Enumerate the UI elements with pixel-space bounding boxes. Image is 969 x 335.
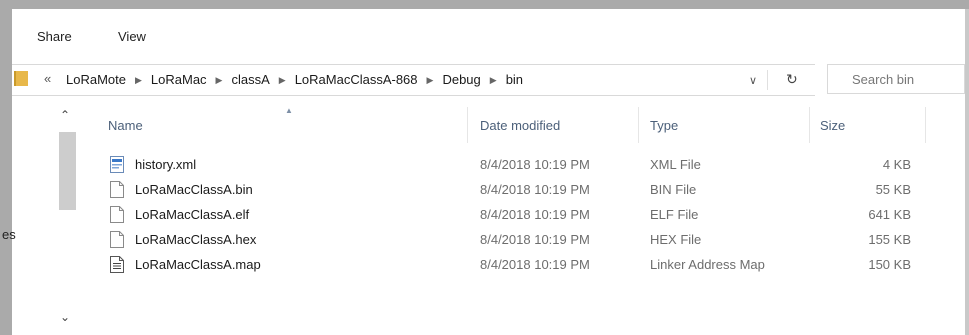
breadcrumb-item-loramote[interactable]: LoRaMote: [66, 72, 126, 87]
file-type: HEX File: [650, 232, 702, 247]
ribbon-tabs: Share View: [12, 9, 965, 55]
column-header-type[interactable]: Type: [650, 118, 678, 133]
tab-view[interactable]: View: [118, 29, 146, 44]
window-top-border: [0, 0, 969, 9]
search-input[interactable]: [850, 71, 964, 88]
column-divider[interactable]: [638, 107, 639, 143]
explorer-window: Share View « LoRaMote ▶ LoRaMac ▶ classA ▶ LoR…: [2, 9, 965, 335]
file-name: history.xml: [135, 157, 197, 172]
folder-icon: [14, 71, 28, 86]
scroll-thumb[interactable]: [59, 132, 76, 210]
scroll-down-icon[interactable]: ⌄: [60, 310, 70, 324]
breadcrumb-separator-icon[interactable]: ▶: [490, 75, 497, 85]
sort-ascending-icon: ▲: [285, 106, 293, 115]
breadcrumb-separator-icon[interactable]: ▶: [216, 75, 223, 85]
breadcrumb-item-loramac[interactable]: LoRaMac: [151, 72, 207, 87]
breadcrumb-item-bin[interactable]: bin: [506, 72, 523, 87]
column-divider[interactable]: [467, 107, 468, 143]
file-name: LoRaMacClassA.map: [135, 257, 261, 272]
file-name: LoRaMacClassA.hex: [135, 232, 257, 247]
file-type: Linker Address Map: [650, 257, 765, 272]
column-divider[interactable]: [809, 107, 810, 143]
text-file-icon: [110, 256, 124, 273]
file-size: 55 KB: [875, 182, 911, 197]
nav-pane-partial-label: es: [2, 227, 16, 242]
file-date-modified: 8/4/2018 10:19 PM: [480, 232, 590, 247]
window-right-edge: [965, 9, 969, 335]
blank-file-icon: [110, 231, 124, 248]
search-box[interactable]: [827, 64, 965, 94]
column-header-name[interactable]: Name: [108, 118, 143, 133]
file-row-history-xml[interactable]: history.xml 8/4/2018 10:19 PM XML File 4…: [106, 154, 926, 176]
column-divider[interactable]: [925, 107, 926, 143]
file-row-loramacclassa-hex[interactable]: LoRaMacClassA.hex 8/4/2018 10:19 PM HEX …: [106, 229, 926, 251]
file-type: XML File: [650, 157, 701, 172]
breadcrumb-item-classa[interactable]: classA: [231, 72, 269, 87]
file-row-loramacclassa-elf[interactable]: LoRaMacClassA.elf 8/4/2018 10:19 PM ELF …: [106, 204, 926, 226]
file-size: 150 KB: [868, 257, 911, 272]
file-date-modified: 8/4/2018 10:19 PM: [480, 182, 590, 197]
file-date-modified: 8/4/2018 10:19 PM: [480, 207, 590, 222]
file-size: 155 KB: [868, 232, 911, 247]
column-header-size[interactable]: Size: [820, 118, 845, 133]
vertical-scrollbar[interactable]: ⌃ ⌄: [57, 104, 76, 329]
file-date-modified: 8/4/2018 10:19 PM: [480, 157, 590, 172]
breadcrumb-separator-icon[interactable]: ▶: [427, 75, 434, 85]
xml-file-icon: [110, 156, 124, 173]
breadcrumb-separator-icon[interactable]: ▶: [135, 75, 142, 85]
blank-file-icon: [110, 181, 124, 198]
refresh-icon[interactable]: ↻: [786, 71, 798, 88]
scroll-up-icon[interactable]: ⌃: [60, 108, 70, 122]
file-row-loramacclassa-bin[interactable]: LoRaMacClassA.bin 8/4/2018 10:19 PM BIN …: [106, 179, 926, 201]
breadcrumb: LoRaMote ▶ LoRaMac ▶ classA ▶ LoRaMacClassA-86…: [66, 72, 523, 87]
breadcrumb-separator-icon[interactable]: ▶: [279, 75, 286, 85]
address-bar[interactable]: « LoRaMote ▶ LoRaMac ▶ classA ▶ LoRaMacClassA-…: [12, 64, 815, 96]
file-date-modified: 8/4/2018 10:19 PM: [480, 257, 590, 272]
column-header-date-modified[interactable]: Date modified: [480, 118, 560, 133]
blank-file-icon: [110, 206, 124, 223]
tab-share[interactable]: Share: [37, 29, 72, 44]
file-name: LoRaMacClassA.elf: [135, 207, 250, 222]
breadcrumb-overflow[interactable]: «: [44, 71, 51, 86]
file-name: LoRaMacClassA.bin: [135, 182, 253, 197]
address-dropdown-icon[interactable]: ∨: [749, 74, 757, 87]
window-left-edge: [0, 9, 12, 335]
file-type: BIN File: [650, 182, 697, 197]
breadcrumb-item-debug[interactable]: Debug: [442, 72, 480, 87]
file-row-loramacclassa-map[interactable]: LoRaMacClassA.map 8/4/2018 10:19 PM Link…: [106, 254, 926, 276]
file-size: 641 KB: [868, 207, 911, 222]
breadcrumb-item-loramacclassa-868[interactable]: LoRaMacClassA-868: [295, 72, 418, 87]
file-type: ELF File: [650, 207, 699, 222]
file-size: 4 KB: [882, 157, 911, 172]
address-divider: [767, 70, 768, 90]
